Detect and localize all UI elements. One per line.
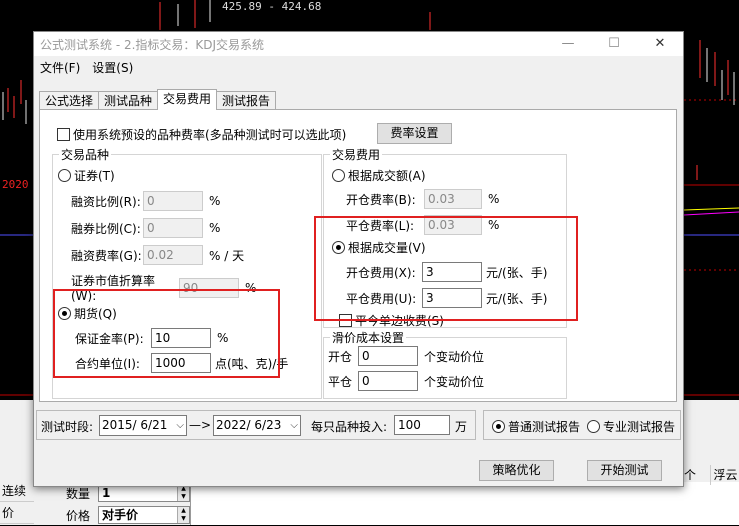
slippage-open-row: 开仓 0 个变动价位: [328, 346, 484, 366]
open-rate-label: 开仓费率(B):: [346, 191, 424, 208]
futures-highlight-box: [53, 289, 280, 378]
by-amount-option[interactable]: 根据成交额(A): [332, 167, 426, 184]
end-date-value: 2022/ 6/23: [216, 418, 281, 432]
tab-test-report[interactable]: 测试报告: [216, 91, 276, 110]
slippage-group: 滑价成本设置 开仓 0 个变动价位 平仓 0 个变动价位: [323, 337, 567, 399]
price-spinner[interactable]: ▲▼: [177, 507, 189, 523]
financing-ratio-input[interactable]: 0: [143, 191, 203, 211]
background-column: 个: [680, 465, 710, 485]
end-date-picker[interactable]: 2022/ 6/23 ⌵: [213, 415, 301, 436]
background-quote-text: 425.89 - 424.68: [222, 0, 321, 13]
slippage-title: 滑价成本设置: [330, 329, 406, 346]
background-column: 浮云: [710, 465, 739, 485]
tab-test-variety[interactable]: 测试品种: [98, 91, 158, 110]
normal-report-radio[interactable]: [492, 420, 505, 433]
open-rate-row: 开仓费率(B): 0.03 %: [346, 189, 499, 209]
background-left-list: 连续 价: [0, 480, 34, 524]
open-rate-unit: %: [488, 192, 499, 206]
start-test-button[interactable]: 开始测试: [587, 460, 662, 481]
use-preset-checkbox[interactable]: [57, 128, 70, 141]
pro-report-radio[interactable]: [587, 420, 600, 433]
lending-ratio-unit: %: [209, 221, 220, 235]
normal-report-label: 普通测试报告: [508, 418, 580, 435]
trade-fee-title: 交易费用: [330, 146, 382, 163]
financing-ratio-label: 融资比例(R):: [71, 193, 143, 210]
invest-label: 每只品种投入:: [311, 418, 387, 435]
slippage-close-row: 平仓 0 个变动价位: [328, 371, 484, 391]
report-type-box: 普通测试报告 专业测试报告: [483, 410, 681, 440]
financing-rate-unit: % / 天: [209, 247, 244, 264]
slippage-close-label: 平仓: [328, 373, 358, 390]
volume-fee-highlight-box: [314, 216, 578, 321]
background-trade-form: 数量 1▲▼ 价格 对手价▲▼: [66, 482, 190, 526]
close-button[interactable]: ✕: [637, 32, 683, 56]
invest-input[interactable]: 100: [394, 415, 450, 435]
tab-strip: 公式选择 测试品种 交易费用 测试报告: [39, 89, 275, 110]
background-column-header: 个 浮云: [680, 465, 739, 485]
open-rate-input[interactable]: 0.03: [424, 189, 482, 209]
securities-label: 证券(T): [74, 167, 115, 184]
maximize-button[interactable]: ☐: [591, 32, 637, 56]
formula-test-dialog: 公式测试系统 - 2.指标交易：KDJ交易系统 — ☐ ✕ 文件(F) 设置(S…: [33, 31, 684, 487]
menu-file[interactable]: 文件(F): [34, 59, 86, 76]
financing-rate-label: 融资费率(G):: [71, 247, 143, 264]
lending-ratio-row: 融券比例(C): 0 %: [71, 218, 220, 238]
slippage-open-label: 开仓: [328, 348, 358, 365]
by-amount-label: 根据成交额(A): [348, 167, 426, 184]
background-left-item[interactable]: 连续: [0, 480, 34, 502]
financing-rate-row: 融资费率(G): 0.02 % / 天: [71, 245, 244, 265]
slippage-close-input[interactable]: 0: [358, 371, 418, 391]
price-input[interactable]: 对手价▲▼: [98, 506, 190, 524]
test-period-box: 测试时段: 2015/ 6/21 ⌵ —> 2022/ 6/23 ⌵ 每只品种投入:…: [36, 410, 476, 440]
financing-ratio-row: 融资比例(R): 0 %: [71, 191, 220, 211]
use-preset-label: 使用系统预设的品种费率(多品种测试时可以选此项): [73, 126, 346, 143]
financing-rate-input[interactable]: 0.02: [143, 245, 203, 265]
invest-unit: 万: [455, 418, 467, 435]
menu-settings[interactable]: 设置(S): [86, 59, 139, 76]
trade-variety-title: 交易品种: [59, 146, 111, 163]
test-period-label: 测试时段:: [41, 418, 93, 435]
pro-report-option[interactable]: 专业测试报告: [587, 418, 675, 435]
window-title: 公式测试系统 - 2.指标交易：KDJ交易系统: [40, 36, 264, 53]
slippage-close-unit: 个变动价位: [424, 373, 484, 390]
chevron-down-icon: ⌵: [176, 416, 184, 435]
lending-ratio-input[interactable]: 0: [143, 218, 203, 238]
tab-formula-select[interactable]: 公式选择: [39, 91, 99, 110]
pro-report-label: 专业测试报告: [603, 418, 675, 435]
tab-trade-fee[interactable]: 交易费用: [157, 89, 217, 110]
minimize-button[interactable]: —: [545, 32, 591, 56]
slippage-open-unit: 个变动价位: [424, 348, 484, 365]
financing-ratio-unit: %: [209, 194, 220, 208]
period-arrow: —>: [189, 418, 211, 432]
menu-bar: 文件(F) 设置(S): [34, 56, 683, 78]
start-date-picker[interactable]: 2015/ 6/21 ⌵: [99, 415, 187, 436]
quantity-spinner[interactable]: ▲▼: [177, 485, 189, 501]
background-year-label: 2020: [0, 178, 34, 194]
chevron-down-icon: ⌵: [290, 416, 298, 435]
rate-settings-button[interactable]: 费率设置: [377, 123, 452, 144]
use-preset-row[interactable]: 使用系统预设的品种费率(多品种测试时可以选此项): [57, 126, 346, 143]
lending-ratio-label: 融券比例(C):: [71, 220, 143, 237]
slippage-open-input[interactable]: 0: [358, 346, 418, 366]
strategy-optimize-button[interactable]: 策略优化: [479, 460, 554, 481]
title-bar[interactable]: 公式测试系统 - 2.指标交易：KDJ交易系统 — ☐ ✕: [34, 32, 683, 56]
securities-radio[interactable]: [58, 169, 71, 182]
background-left-item[interactable]: 价: [0, 502, 34, 524]
price-label: 价格: [66, 507, 98, 524]
normal-report-option[interactable]: 普通测试报告: [492, 418, 580, 435]
quantity-label: 数量: [66, 485, 98, 502]
background-order-list: [190, 482, 739, 525]
start-date-value: 2015/ 6/21: [102, 418, 167, 432]
securities-option[interactable]: 证券(T): [58, 167, 115, 184]
trade-fee-page: 使用系统预设的品种费率(多品种测试时可以选此项) 费率设置 交易品种 证券(T)…: [39, 109, 677, 402]
by-amount-radio[interactable]: [332, 169, 345, 182]
